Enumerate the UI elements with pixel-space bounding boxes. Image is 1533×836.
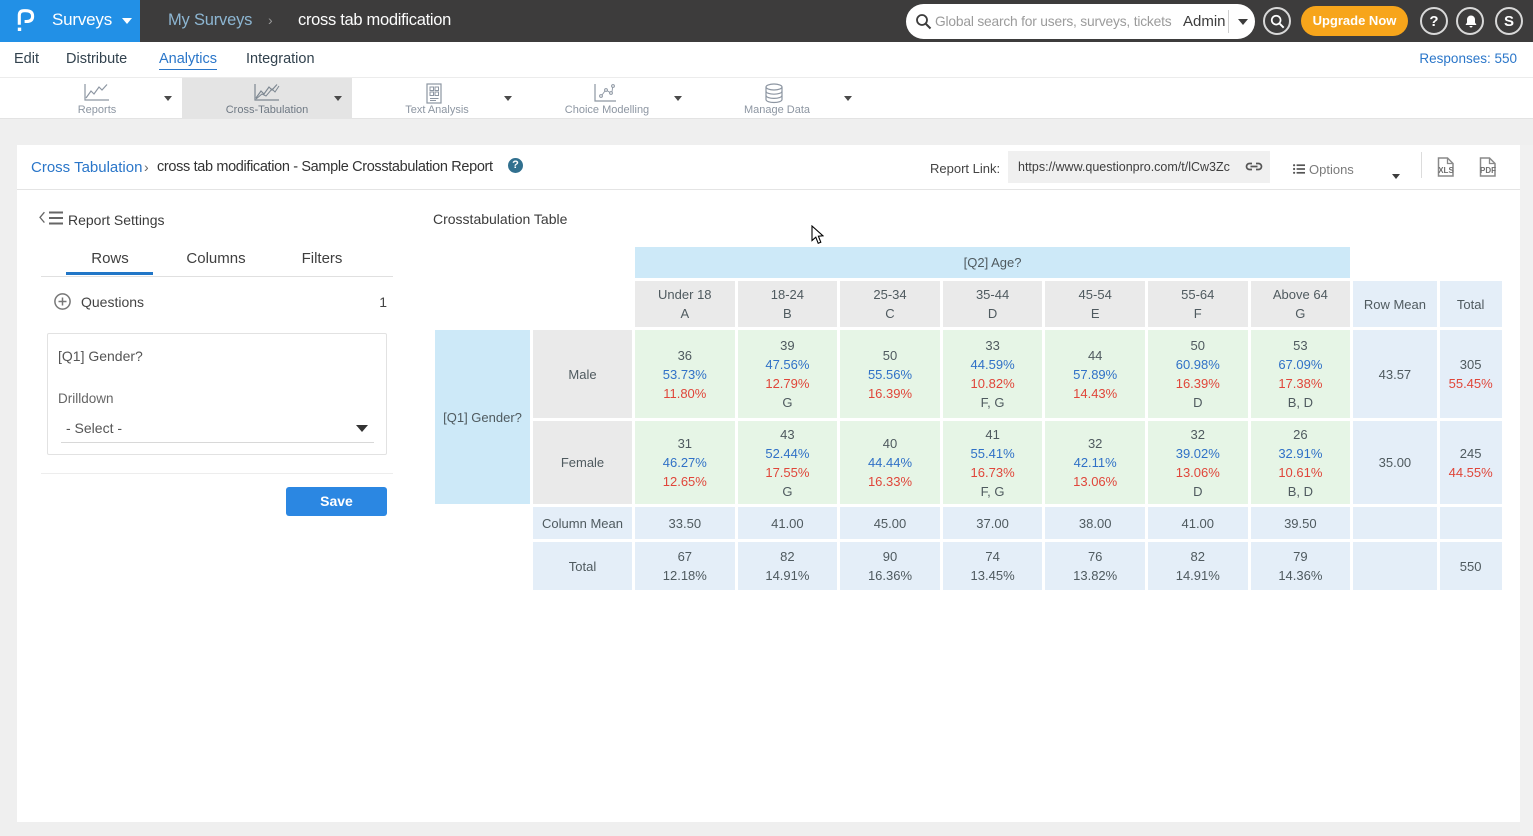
svg-text:XLS: XLS	[1438, 166, 1454, 175]
svg-text:PDF: PDF	[1480, 166, 1496, 175]
